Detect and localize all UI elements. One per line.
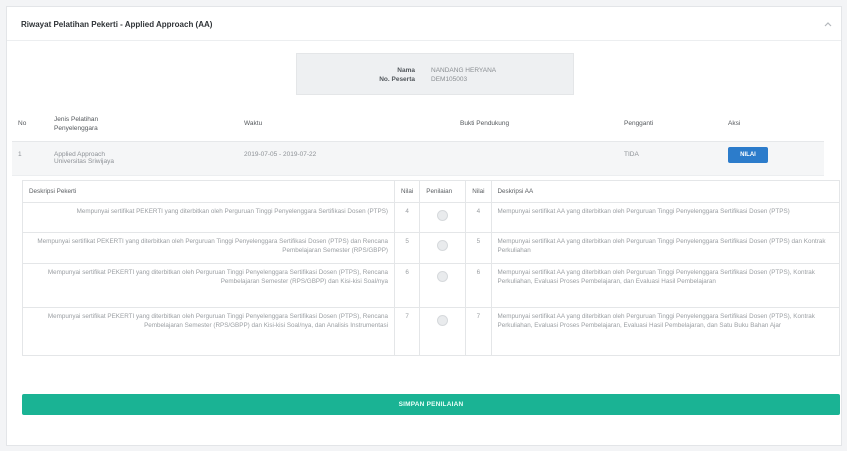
row-jenis: Applied Approach Universitas Sriwijaya (48, 141, 238, 176)
panel-header: Riwayat Pelatihan Pekerti - Applied Appr… (7, 7, 841, 41)
penilaian-radio[interactable] (437, 271, 449, 282)
aa-desc: Mempunyai sertifikat AA yang diterbitkan… (490, 263, 840, 308)
penilaian-cell (419, 307, 467, 356)
nilai-pekerti: 5 (393, 232, 421, 264)
penilaian-radio[interactable] (437, 240, 449, 251)
penilaian-radio[interactable] (437, 210, 449, 221)
aa-desc: Mempunyai sertifikat AA yang diterbitkan… (490, 307, 840, 356)
nama-value: NANDANG HERYANA (431, 67, 497, 74)
nilai-pekerti: 6 (393, 263, 421, 308)
participant-info: Nama NANDANG HERYANA No. Peserta DEM1050… (296, 53, 574, 95)
col-penilaian: Penilaian (419, 180, 467, 203)
col-deskripsi-pekerti: Deskripsi Pekerti (22, 180, 395, 203)
col-pengganti: Pengganti (618, 107, 722, 142)
col-aksi: Aksi (722, 107, 824, 142)
training-table: No Jenis Pelatihan Penyelenggara Waktu B… (12, 107, 824, 176)
col-no: No (12, 107, 48, 142)
peserta-label: No. Peserta (379, 76, 415, 83)
penilaian-cell (419, 232, 467, 264)
nilai-pekerti: 4 (393, 202, 421, 233)
penilaian-cell (419, 202, 467, 233)
assessment-row: Mempunyai sertifikat PEKERTI yang diterb… (22, 263, 840, 308)
info-row-peserta: No. Peserta DEM105003 (297, 76, 573, 86)
row-pengganti: TIDA (618, 141, 722, 176)
aa-desc: Mempunyai sertifikat AA yang diterbitkan… (490, 202, 840, 233)
nilai-aa: 4 (465, 202, 492, 233)
nilai-button[interactable]: NILAI (728, 146, 768, 163)
row-no: 1 (12, 141, 48, 176)
penilaian-radio[interactable] (437, 315, 449, 326)
save-assessment-button[interactable]: SIMPAN PENILAIAN (22, 394, 840, 415)
assessment-table: Deskripsi Pekerti Nilai Penilaian Nilai … (22, 180, 840, 356)
pekerti-desc: Mempunyai sertifikat PEKERTI yang diterb… (22, 263, 395, 308)
col-nilai-pekerti: Nilai (393, 180, 421, 203)
assessment-row: Mempunyai sertifikat PEKERTI yang diterb… (22, 232, 840, 264)
assessment-row: Mempunyai sertifikat PEKERTI yang diterb… (22, 202, 840, 233)
assessment-row: Mempunyai sertifikat PEKERTI yang diterb… (22, 307, 840, 356)
nilai-aa: 6 (465, 263, 492, 308)
row-jenis-label: Applied Approach (54, 150, 105, 158)
row-penyelenggara: Universitas Sriwijaya (54, 157, 114, 165)
row-waktu: 2019-07-05 - 2019-07-22 (238, 141, 454, 176)
col-bukti: Bukti Pendukung (454, 107, 618, 142)
peserta-value: DEM105003 (431, 76, 468, 83)
col-waktu: Waktu (238, 107, 454, 142)
table-row: 1 Applied Approach Universitas Sriwijaya… (12, 141, 824, 176)
pekerti-desc: Mempunyai sertifikat PEKERTI yang diterb… (22, 202, 395, 233)
nilai-aa: 5 (465, 232, 492, 264)
row-aksi: NILAI (722, 141, 824, 176)
pekerti-desc: Mempunyai sertifikat PEKERTI yang diterb… (22, 307, 395, 356)
col-nilai-aa: Nilai (465, 180, 492, 203)
row-bukti (454, 141, 618, 176)
nama-label: Nama (397, 67, 415, 74)
col-deskripsi-aa: Deskripsi AA (490, 180, 840, 203)
col-jenis: Jenis Pelatihan Penyelenggara (48, 107, 238, 142)
pekerti-desc: Mempunyai sertifikat PEKERTI yang diterb… (22, 232, 395, 264)
nilai-pekerti: 7 (393, 307, 421, 356)
chevron-up-icon[interactable] (823, 19, 833, 29)
penilaian-cell (419, 263, 467, 308)
nilai-aa: 7 (465, 307, 492, 356)
aa-desc: Mempunyai sertifikat AA yang diterbitkan… (490, 232, 840, 264)
panel-title: Riwayat Pelatihan Pekerti - Applied Appr… (21, 20, 213, 29)
